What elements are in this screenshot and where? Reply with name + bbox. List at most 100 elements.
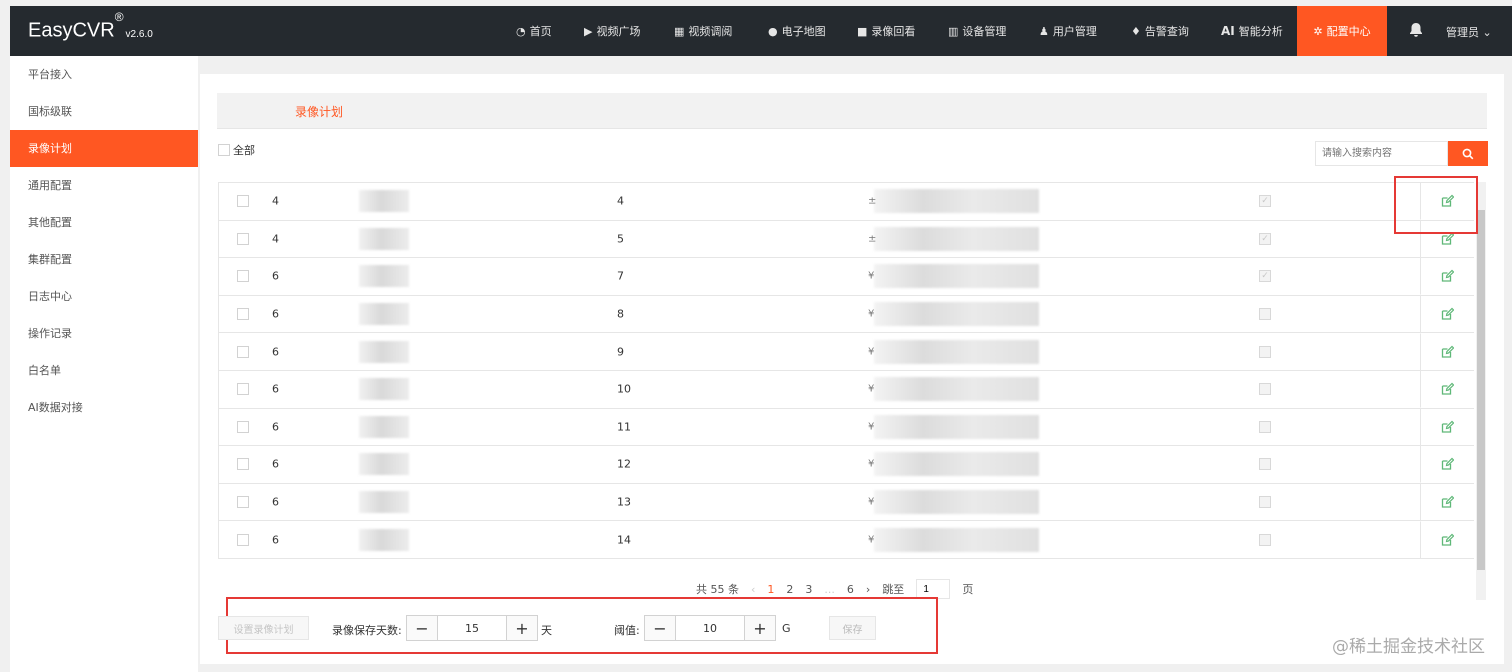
plan-enabled-checkbox[interactable] <box>1259 308 1271 321</box>
edit-icon[interactable] <box>1441 270 1454 283</box>
prev-page-button[interactable]: ‹ <box>751 583 755 596</box>
jump-label: 跳至 <box>882 583 905 596</box>
sidebar-item[interactable]: 日志中心 <box>10 278 198 315</box>
plan-enabled-checkbox[interactable] <box>1259 383 1271 396</box>
cell-id: 8 <box>617 307 624 321</box>
nav-item-video-camera[interactable]: ■ 录像回看 <box>857 6 915 56</box>
nav-item-config-center[interactable]: ✲ 配置中心 <box>1297 6 1387 56</box>
days-value-input[interactable]: 15 <box>437 616 507 640</box>
sidebar-item[interactable]: 录像计划 <box>10 130 198 167</box>
app-logo[interactable]: EasyCVR®v2.6.0 <box>28 10 153 43</box>
nav-item-device[interactable]: ▥ 设备管理 <box>948 6 1006 56</box>
cell-type: 6 <box>272 382 279 396</box>
threshold-value-input[interactable]: 10 <box>675 616 745 640</box>
threshold-increment-button[interactable]: + <box>745 616 775 640</box>
nav-item-dashboard[interactable]: ◔ 首页 <box>516 6 552 56</box>
sidebar-item[interactable]: 白名单 <box>10 352 198 389</box>
nav-label: 视频广场 <box>596 25 641 38</box>
row-action <box>1420 333 1473 371</box>
search-icon <box>1462 148 1474 159</box>
nav-item-alarm[interactable]: ♦ 告警查询 <box>1131 6 1189 56</box>
plan-enabled-checkbox[interactable] <box>1259 420 1271 433</box>
blurred-cell <box>874 414 1039 439</box>
edit-icon[interactable] <box>1441 458 1454 471</box>
row-checkbox[interactable] <box>237 496 249 509</box>
page-unit: 页 <box>962 583 974 596</box>
row-checkbox[interactable] <box>237 383 249 396</box>
row-checkbox[interactable] <box>237 232 249 245</box>
plan-enabled-checkbox[interactable] <box>1259 496 1271 509</box>
cell-id: 11 <box>617 420 631 434</box>
sidebar-item[interactable]: 平台接入 <box>10 56 198 93</box>
sidebar-item[interactable]: 集群配置 <box>10 241 198 278</box>
row-checkbox[interactable] <box>237 195 249 208</box>
watermark: @稀土掘金技术社区 <box>1332 637 1485 657</box>
scrollbar-thumb[interactable] <box>1477 210 1485 570</box>
jump-page-input[interactable] <box>916 579 951 599</box>
edit-icon[interactable] <box>1441 420 1454 433</box>
days-stepper[interactable]: − 15 + <box>406 615 538 641</box>
select-all-checkbox[interactable] <box>218 144 230 156</box>
row-checkbox[interactable] <box>237 345 249 358</box>
bell-icon[interactable] <box>1408 22 1424 38</box>
cell-type: 6 <box>272 457 279 471</box>
blurred-cell <box>359 303 409 326</box>
plan-enabled-checkbox[interactable]: ✓ <box>1259 232 1271 245</box>
page-ellipsis: ... <box>824 582 835 596</box>
save-button[interactable]: 保存 <box>829 616 876 640</box>
sidebar-item[interactable]: 其他配置 <box>10 204 198 241</box>
plan-enabled-checkbox[interactable]: ✓ <box>1259 195 1271 208</box>
days-decrement-button[interactable]: − <box>407 616 437 640</box>
cell-type: 6 <box>272 269 279 283</box>
plan-enabled-checkbox[interactable]: ✓ <box>1259 270 1271 283</box>
edit-icon[interactable] <box>1441 533 1454 546</box>
next-page-button[interactable]: › <box>866 583 870 596</box>
search-button[interactable] <box>1448 141 1488 166</box>
plan-enabled-checkbox[interactable] <box>1259 533 1271 546</box>
sidebar-item[interactable]: 操作记录 <box>10 315 198 352</box>
sidebar-item[interactable]: AI数据对接 <box>10 389 198 426</box>
nav-item-user[interactable]: ♟ 用户管理 <box>1039 6 1097 56</box>
edit-icon[interactable] <box>1441 232 1454 245</box>
edit-icon[interactable] <box>1441 307 1454 321</box>
sidebar-item[interactable]: 国标级联 <box>10 93 198 130</box>
nav-label: 首页 <box>529 25 552 38</box>
select-all-label: 全部 <box>233 144 255 157</box>
table-row: 6 14 ¥ <box>218 521 1474 559</box>
row-checkbox[interactable] <box>237 308 249 321</box>
edit-icon[interactable] <box>1441 495 1454 509</box>
edit-icon[interactable] <box>1441 382 1454 396</box>
edit-icon[interactable] <box>1441 345 1454 358</box>
blurred-cell <box>874 527 1039 552</box>
row-checkbox[interactable] <box>237 533 249 546</box>
plan-enabled-checkbox[interactable] <box>1259 345 1271 358</box>
nav-item-grid[interactable]: ▦ 视频调阅 <box>674 6 732 56</box>
cell-id: 12 <box>617 457 631 471</box>
nav-item-map-pin[interactable]: ● 电子地图 <box>768 6 826 56</box>
page-1[interactable]: 1 <box>767 583 774 596</box>
chevron-down-icon: ⌄ <box>1482 26 1492 39</box>
days-increment-button[interactable]: + <box>507 616 537 640</box>
row-checkbox[interactable] <box>237 420 249 433</box>
nav-label: 设备管理 <box>962 25 1007 38</box>
tab-record-plan[interactable]: 录像计划 <box>295 103 343 120</box>
nav-item-ai[interactable]: AI 智能分析 <box>1221 6 1283 56</box>
user-menu[interactable]: 管理员 ⌄ <box>1446 24 1492 40</box>
search-input[interactable] <box>1315 141 1448 166</box>
page-last[interactable]: 6 <box>847 583 854 596</box>
nav-item-play[interactable]: ▶ 视频广场 <box>584 6 640 56</box>
play-icon: ▶ <box>584 24 593 38</box>
blurred-cell <box>359 227 409 250</box>
plan-enabled-checkbox[interactable] <box>1259 458 1271 471</box>
set-record-plan-button[interactable]: 设置录像计划 <box>218 616 309 640</box>
row-checkbox[interactable] <box>237 458 249 471</box>
select-all[interactable]: 全部 <box>218 142 255 158</box>
row-checkbox[interactable] <box>237 270 249 283</box>
threshold-decrement-button[interactable]: − <box>645 616 675 640</box>
blurred-cell <box>874 189 1039 214</box>
page-3[interactable]: 3 <box>805 583 812 596</box>
table-scrollbar[interactable] <box>1476 182 1486 600</box>
threshold-stepper[interactable]: − 10 + <box>644 615 776 641</box>
page-2[interactable]: 2 <box>786 583 793 596</box>
sidebar-item[interactable]: 通用配置 <box>10 167 198 204</box>
